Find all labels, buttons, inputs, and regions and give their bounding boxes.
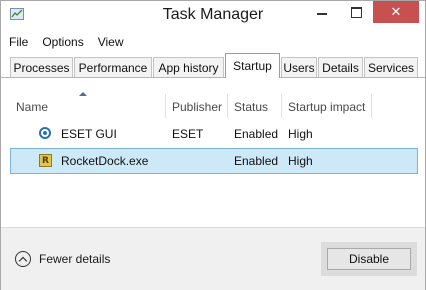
tab-users[interactable]: Users [281,57,317,77]
column-divider[interactable] [281,94,282,118]
column-header-startup-impact[interactable]: Startup impact [288,100,365,114]
row-publisher: ESET [172,127,204,141]
tab-strip: Processes Performance App history Startu… [1,53,425,78]
column-header-name[interactable]: Name [16,100,48,114]
row-startup-impact: High [288,154,313,168]
column-divider[interactable] [165,94,166,118]
minimize-icon [317,13,327,15]
eset-icon [39,127,51,139]
menu-view[interactable]: View [91,35,131,49]
maximize-icon [350,6,362,18]
menu-options[interactable]: Options [35,35,90,49]
tab-startup[interactable]: Startup [225,53,280,78]
disable-button-focus: Disable [321,242,417,276]
row-name: RocketDock.exe [61,154,149,168]
tab-processes[interactable]: Processes [10,57,73,77]
tab-performance[interactable]: Performance [74,57,152,77]
maximize-button[interactable] [341,1,371,23]
close-icon: ✕ [390,4,402,19]
tab-app-history[interactable]: App history [153,57,224,77]
chevron-up-icon [15,251,31,267]
column-header-status[interactable]: Status [234,100,268,114]
task-manager-window: Task Manager ✕ File Options View Process… [0,0,426,290]
disable-button[interactable]: Disable [327,248,411,270]
title-bar[interactable]: Task Manager ✕ [1,1,425,31]
column-header-publisher[interactable]: Publisher [172,100,222,114]
tab-details[interactable]: Details [318,57,363,77]
fewer-details-link[interactable]: Fewer details [15,248,110,270]
fewer-details-label: Fewer details [39,252,111,266]
rocketdock-icon: R [39,154,52,167]
sort-ascending-icon[interactable] [79,92,87,96]
table-row[interactable]: ESET GUI ESET Enabled High [10,121,418,147]
row-status: Enabled [234,154,279,168]
column-divider[interactable] [371,94,372,118]
footer-bar: Fewer details Disable [1,227,425,290]
minimize-button[interactable] [307,1,337,23]
tab-services[interactable]: Services [364,57,418,77]
row-startup-impact: High [288,127,313,141]
startup-list: Name Publisher Status Startup impact ESE… [1,78,425,227]
column-divider[interactable] [227,94,228,118]
menu-file[interactable]: File [1,35,35,49]
close-button[interactable]: ✕ [373,1,419,23]
row-name: ESET GUI [61,127,117,141]
table-row-selected[interactable]: R RocketDock.exe Enabled High [10,148,418,174]
row-status: Enabled [234,127,279,141]
menu-bar: File Options View [1,31,425,53]
